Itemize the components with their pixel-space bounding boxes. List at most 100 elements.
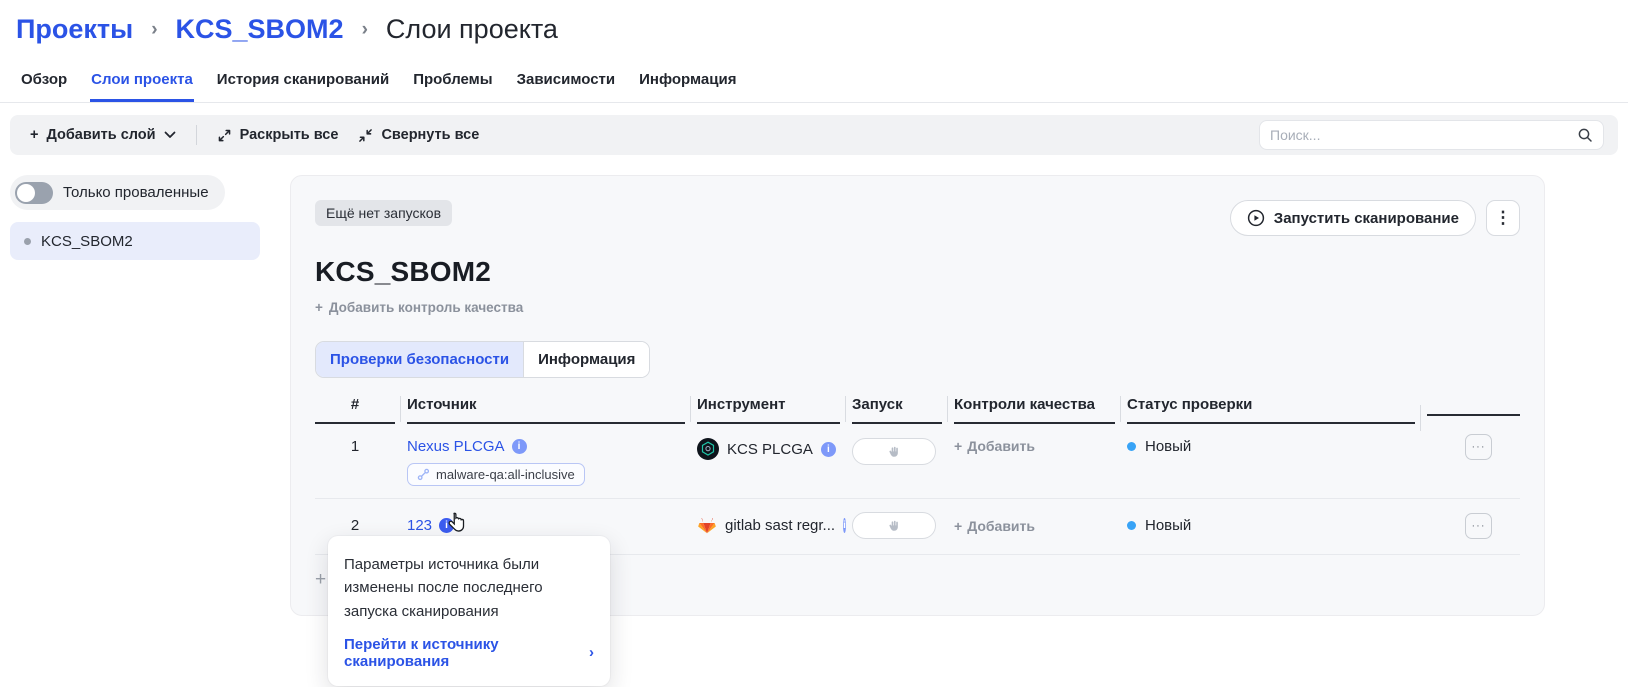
column-header-num: # xyxy=(315,396,395,424)
project-layers-page: Проекты › KCS_SBOM2 › Слои проекта Обзор… xyxy=(0,0,1628,687)
tab-card-information[interactable]: Информация xyxy=(523,342,650,377)
column-header-source: Источник xyxy=(400,396,685,424)
tool-name: KCS PLCGA xyxy=(727,440,813,458)
toolbar-divider xyxy=(195,125,197,145)
check-status-cell: Новый xyxy=(1127,434,1415,455)
tab-information[interactable]: Информация xyxy=(638,65,737,102)
status-label: Новый xyxy=(1145,517,1192,534)
add-quality-control-row-button[interactable]: + Добавить xyxy=(954,518,1115,534)
source-changed-tooltip: Параметры источника были изменены после … xyxy=(328,536,610,686)
table-row: 1 Nexus PLCGA i malware-qa:all-inclusive xyxy=(315,424,1520,499)
run-scan-button[interactable]: Запустить сканирование xyxy=(1229,200,1476,236)
tab-problems[interactable]: Проблемы xyxy=(412,65,493,102)
manual-run-toggle[interactable] xyxy=(852,438,936,465)
column-header-quality-controls: Контроли качества xyxy=(947,396,1115,424)
run-cell xyxy=(852,434,942,465)
tool-cell: gitlab sast regr... i xyxy=(697,516,846,536)
chevron-right-icon: › xyxy=(589,644,594,662)
card-menu-button[interactable]: ⋮ xyxy=(1486,200,1520,236)
expand-all-button[interactable]: Раскрыть все xyxy=(207,115,349,155)
add-quality-control-row-button[interactable]: + Добавить xyxy=(954,438,1115,454)
ellipsis-icon: ··· xyxy=(1471,441,1486,453)
status-dot-icon xyxy=(1127,521,1136,530)
hand-icon xyxy=(887,519,901,533)
quality-controls-cell: + Добавить xyxy=(954,518,1115,534)
toggle-switch-icon[interactable] xyxy=(15,181,53,204)
only-failed-label: Только проваленные xyxy=(63,184,209,201)
search-input[interactable] xyxy=(1270,127,1577,143)
expand-all-label: Раскрыть все xyxy=(239,127,339,143)
tab-security-checks[interactable]: Проверки безопасности xyxy=(316,342,524,377)
add-layer-button[interactable]: + Добавить слой xyxy=(20,115,186,155)
collapse-all-label: Свернуть все xyxy=(381,127,480,143)
project-tabs: Обзор Слои проекта История сканирований … xyxy=(0,65,1628,103)
breadcrumb: Проекты › KCS_SBOM2 › Слои проекта xyxy=(0,0,1628,45)
row-menu-button[interactable]: ··· xyxy=(1465,434,1492,460)
go-to-scan-source-label: Перейти к источнику сканирования xyxy=(344,635,499,670)
chevron-down-icon xyxy=(164,131,176,139)
hand-icon xyxy=(887,445,901,459)
tool-cell: KCS PLCGA i xyxy=(697,434,840,460)
table-header-row: # Источник Инструмент Запуск Контроли ка… xyxy=(315,396,1520,431)
tab-scan-history[interactable]: История сканирований xyxy=(216,65,390,102)
tooltip-message: Параметры источника были изменены после … xyxy=(344,556,543,620)
add-quality-control-label: Добавить контроль качества xyxy=(328,300,524,315)
source-link[interactable]: Nexus PLCGA xyxy=(407,438,505,455)
column-header-check-status: Статус проверки xyxy=(1120,396,1415,424)
card-actions: Запустить сканирование ⋮ xyxy=(1229,200,1520,236)
run-scan-label: Запустить сканирование xyxy=(1273,209,1459,227)
add-layer-label: Добавить слой xyxy=(46,127,156,143)
plus-icon: + xyxy=(315,300,323,315)
column-header-run: Запуск xyxy=(845,396,942,424)
tool-name: gitlab sast regr... xyxy=(725,517,836,534)
plus-icon: + xyxy=(954,517,963,534)
breadcrumb-separator-icon: › xyxy=(361,18,368,40)
page-title: Слои проекта xyxy=(385,14,558,44)
run-cell xyxy=(852,512,942,539)
breadcrumb-project-link[interactable]: KCS_SBOM2 xyxy=(176,14,344,45)
info-icon[interactable]: i xyxy=(843,518,846,533)
source-tag[interactable]: malware-qa:all-inclusive xyxy=(407,463,585,486)
tab-overview[interactable]: Обзор xyxy=(20,65,68,102)
go-to-scan-source-link[interactable]: Перейти к источнику сканирования › xyxy=(344,636,594,670)
content-area: Только проваленные KCS_SBOM2 Ещё нет зап… xyxy=(0,155,1628,616)
info-icon[interactable]: i xyxy=(439,517,455,533)
search-icon[interactable] xyxy=(1577,127,1593,143)
gitlab-logo-icon xyxy=(697,516,717,536)
kcs-tool-logo-icon xyxy=(697,438,719,460)
add-quality-control-button[interactable]: + Добавить контроль качества xyxy=(315,300,1520,315)
info-icon[interactable]: i xyxy=(820,441,836,457)
add-label: Добавить xyxy=(967,517,1035,534)
source-link[interactable]: 123 xyxy=(407,517,432,534)
status-dot-icon xyxy=(1127,442,1136,451)
layers-toolbar: + Добавить слой Раскрыть все Свернуть вс… xyxy=(10,115,1618,155)
source-cell: Nexus PLCGA i malware-qa:all-inclusive xyxy=(407,434,685,486)
expand-all-icon xyxy=(217,128,232,143)
play-circle-icon xyxy=(1247,209,1265,227)
column-header-actions xyxy=(1420,404,1520,431)
add-label: Добавить xyxy=(967,438,1035,454)
check-status-cell: Новый xyxy=(1127,517,1415,534)
row-menu-button[interactable]: ··· xyxy=(1465,512,1492,539)
column-header-tool: Инструмент xyxy=(690,396,840,424)
source-cell: 123 i xyxy=(407,517,685,535)
layers-sidebar: Только проваленные KCS_SBOM2 xyxy=(10,175,280,260)
row-number: 1 xyxy=(350,438,360,455)
info-icon[interactable]: i xyxy=(511,439,527,454)
collapse-all-button[interactable]: Свернуть все xyxy=(348,115,489,155)
plus-icon: + xyxy=(954,438,963,454)
plus-icon: + xyxy=(30,127,39,143)
breadcrumb-projects-link[interactable]: Проекты xyxy=(16,14,133,45)
graph-tag-icon xyxy=(417,468,430,481)
sidebar-item-kcs-sbom2[interactable]: KCS_SBOM2 xyxy=(10,222,260,260)
tab-project-layers[interactable]: Слои проекта xyxy=(90,65,194,102)
row-number: 2 xyxy=(350,517,360,534)
search-box xyxy=(1259,120,1604,150)
ellipsis-icon: ··· xyxy=(1471,519,1486,532)
tab-dependencies[interactable]: Зависимости xyxy=(516,65,617,102)
layer-title: KCS_SBOM2 xyxy=(315,256,492,287)
breadcrumb-separator-icon: › xyxy=(151,18,158,40)
manual-run-toggle[interactable] xyxy=(852,512,936,539)
status-label: Новый xyxy=(1145,438,1192,455)
only-failed-toggle[interactable]: Только проваленные xyxy=(10,175,225,210)
